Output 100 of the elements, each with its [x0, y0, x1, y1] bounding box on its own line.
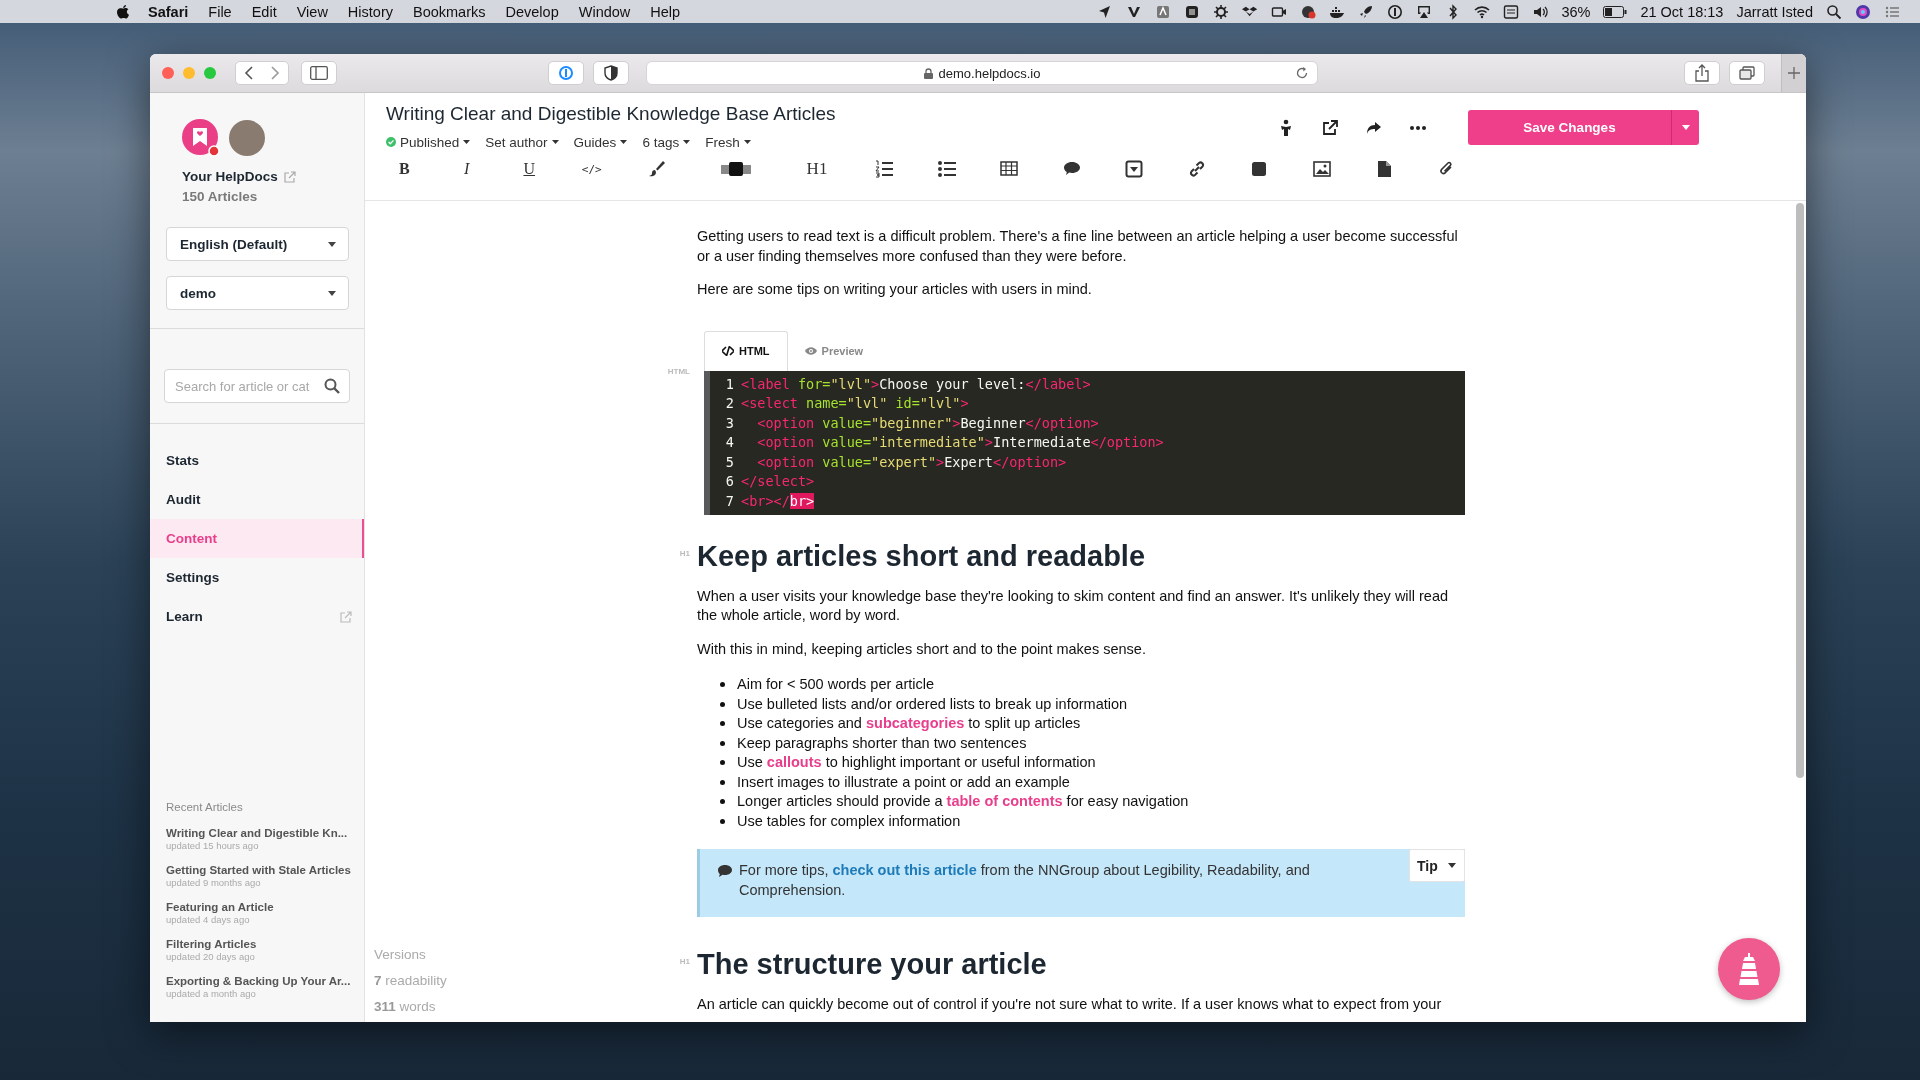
more-icon[interactable] — [1410, 125, 1426, 130]
menu-item[interactable]: Window — [578, 3, 631, 20]
rocket-icon[interactable] — [1358, 3, 1375, 20]
search-icon[interactable] — [1826, 3, 1842, 20]
site-name[interactable]: Your HelpDocs — [182, 169, 278, 184]
select-dropdown[interactable]: English (Default) — [166, 227, 349, 261]
help-button[interactable] — [1718, 938, 1780, 1000]
code-tab[interactable]: Preview — [787, 330, 881, 371]
square-icon[interactable] — [1250, 160, 1269, 178]
format-button[interactable]: B — [373, 157, 436, 181]
meta-dropdown[interactable]: Fresh — [705, 134, 751, 150]
line-number: 6 — [724, 472, 734, 492]
menubar-clock[interactable]: 21 Oct 18:13 — [1640, 3, 1724, 20]
airplay-icon[interactable] — [1416, 3, 1433, 20]
reload-icon[interactable] — [1295, 66, 1309, 80]
file-icon[interactable] — [1375, 160, 1394, 178]
table-icon[interactable] — [1000, 160, 1019, 178]
orb-icon[interactable] — [1855, 3, 1871, 20]
link[interactable]: check out this article — [832, 862, 977, 879]
link-icon[interactable] — [1187, 160, 1206, 178]
nav-item[interactable]: Settings — [150, 558, 364, 597]
save-button[interactable]: Save Changes — [1468, 110, 1672, 145]
square-logo-icon[interactable] — [1155, 3, 1172, 20]
select-dropdown[interactable]: demo — [166, 276, 349, 310]
caret-icon — [328, 241, 336, 247]
speech-bubble-icon[interactable] — [1062, 160, 1081, 178]
link[interactable]: subcategories — [865, 715, 965, 732]
link[interactable]: table of contents — [946, 793, 1063, 810]
circle-logo-icon[interactable] — [1387, 3, 1404, 20]
eye-icon — [804, 346, 817, 355]
share-button[interactable] — [1684, 61, 1720, 85]
code-line: <option value="intermediate">Intermediate</option> — [756, 433, 1164, 453]
meta-dropdown[interactable]: Set author — [485, 134, 559, 150]
menu-item[interactable]: Bookmarks — [413, 3, 486, 20]
gear-icon[interactable] — [1213, 3, 1230, 20]
scrollbar-thumb[interactable] — [1796, 203, 1804, 778]
list-item: Use tables for complex information — [720, 811, 1465, 832]
wifi-icon[interactable] — [1474, 3, 1491, 20]
recent-article-link[interactable]: Exporting & Backing Up Your Ar... — [166, 975, 364, 987]
meta-dropdown[interactable]: 6 tags — [642, 134, 691, 150]
list-item: Aim for < 500 words per article — [720, 675, 1465, 695]
format-button[interactable]: H1 — [781, 157, 853, 181]
recent-article-link[interactable]: Featuring an Article — [166, 901, 364, 913]
readability-score: 7 readability — [374, 973, 448, 988]
color-swatch-icon[interactable] — [721, 161, 751, 177]
recent-article-link[interactable]: Getting Started with Stale Articles — [166, 864, 364, 876]
block-type-label: H1 — [679, 548, 690, 559]
link[interactable]: callouts — [766, 754, 822, 771]
search-field[interactable]: Search for article or cat — [164, 369, 350, 403]
nav-item[interactable]: Audit — [150, 480, 364, 519]
plus-icon — [1788, 67, 1800, 79]
format-button[interactable]: </> — [560, 157, 623, 181]
bullet-icon — [720, 760, 725, 766]
stack-icon[interactable] — [1184, 3, 1201, 20]
recent-article-link[interactable]: Filtering Articles — [166, 938, 364, 950]
code-line: <label for="lvl">Choose your level:</label> — [741, 374, 1091, 394]
tabs-button[interactable] — [1729, 61, 1765, 85]
embed-box-icon[interactable] — [1125, 160, 1144, 178]
numbered-list-icon[interactable] — [875, 160, 894, 178]
new-tab-button[interactable] — [1781, 54, 1806, 92]
format-button[interactable]: U — [498, 157, 561, 181]
line-number: 3 — [724, 413, 734, 433]
external-link-icon[interactable] — [1322, 119, 1338, 136]
caret-icon — [683, 140, 691, 144]
person-icon[interactable] — [1278, 118, 1294, 137]
address-bar[interactable]: demo.helpdocs.io — [646, 61, 1318, 85]
line-number: 5 — [724, 452, 734, 472]
user-name[interactable]: Jarratt Isted — [1736, 3, 1813, 20]
brush-icon[interactable] — [648, 160, 666, 178]
image-icon[interactable] — [1312, 160, 1331, 178]
extension-button[interactable] — [593, 61, 629, 85]
nav-item[interactable]: Stats — [150, 441, 364, 480]
save-options-button[interactable] — [1672, 110, 1699, 145]
menu-item[interactable]: History — [347, 3, 393, 20]
menu-item[interactable]: Develop — [505, 3, 559, 20]
battery-icon[interactable] — [1603, 5, 1628, 18]
format-button[interactable]: I — [435, 157, 498, 181]
code-tab[interactable]: HTML — [704, 330, 788, 371]
nav-item[interactable]: Learn — [150, 597, 364, 636]
bulleted-list-icon[interactable] — [937, 160, 956, 178]
list-item: Use categories and subcategories to split up articles — [720, 714, 1465, 734]
share-arrow-icon[interactable] — [1366, 120, 1382, 135]
menu-item[interactable]: View — [296, 3, 328, 20]
keyboard-icon[interactable] — [1503, 3, 1520, 20]
callout-type-dropdown[interactable]: Tip — [1409, 849, 1465, 883]
line-number: 1 — [724, 374, 734, 394]
sidebar-button[interactable] — [301, 61, 337, 85]
app-menu[interactable]: Safari — [148, 3, 189, 20]
menu-item[interactable]: File — [208, 3, 232, 20]
apple-logo-icon[interactable] — [116, 3, 130, 20]
bullet-icon — [720, 818, 725, 824]
menu-item[interactable]: Edit — [251, 3, 277, 20]
meta-dropdown[interactable]: Guides — [573, 134, 628, 150]
menu-item[interactable]: Help — [650, 3, 681, 20]
recent-article-link[interactable]: Writing Clear and Digestible Kn... — [166, 827, 364, 839]
search-icon[interactable] — [324, 378, 340, 394]
avatar-placeholder[interactable] — [229, 120, 265, 156]
caret-icon — [1448, 863, 1456, 869]
status-dropdown[interactable]: Published — [386, 134, 471, 150]
url-text: demo.helpdocs.io — [938, 65, 1041, 81]
